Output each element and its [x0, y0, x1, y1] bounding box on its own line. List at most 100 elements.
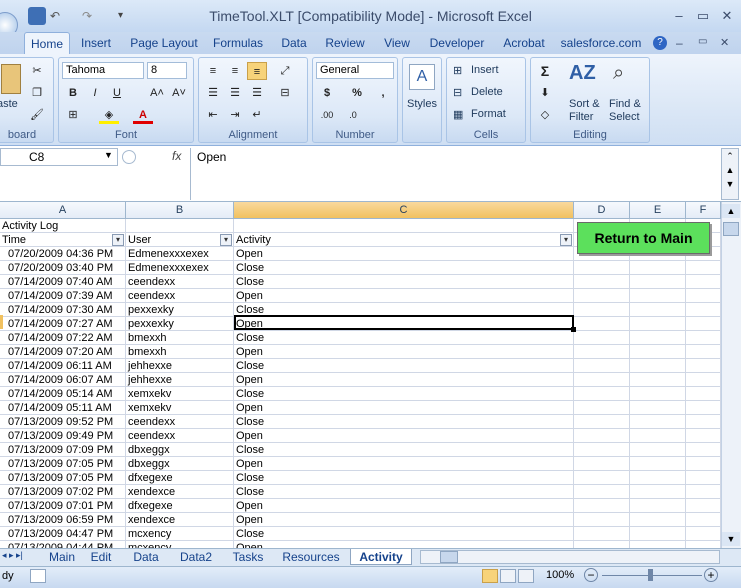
- cell[interactable]: [574, 415, 630, 429]
- cell[interactable]: [630, 359, 686, 373]
- cell[interactable]: [574, 373, 630, 387]
- number-format-combo[interactable]: General: [316, 62, 394, 79]
- cell[interactable]: [574, 429, 630, 443]
- cell-user[interactable]: Edmenexxxexex: [126, 261, 234, 275]
- cell-user[interactable]: ceendexx: [126, 415, 234, 429]
- cell[interactable]: [574, 303, 630, 317]
- cell[interactable]: [630, 303, 686, 317]
- orientation-icon[interactable]: ⤢: [275, 62, 295, 80]
- column-header-f[interactable]: F: [686, 202, 721, 219]
- cell[interactable]: [630, 289, 686, 303]
- cell-activity[interactable]: Close: [234, 331, 574, 345]
- cell-activity[interactable]: Close: [234, 261, 574, 275]
- cell[interactable]: [630, 387, 686, 401]
- decrease-indent-icon[interactable]: ⇤: [203, 106, 223, 124]
- cell-activity[interactable]: Open: [234, 457, 574, 471]
- cell-user[interactable]: pexxexky: [126, 303, 234, 317]
- cell[interactable]: [574, 485, 630, 499]
- find-select-icon[interactable]: ⌕: [613, 62, 641, 92]
- cell-activity[interactable]: Close: [234, 471, 574, 485]
- cell[interactable]: [630, 331, 686, 345]
- font-name-combo[interactable]: Tahoma: [62, 62, 144, 79]
- cell-activity[interactable]: Open: [234, 499, 574, 513]
- page-break-view-icon[interactable]: [518, 569, 534, 583]
- tab-acrobat[interactable]: Acrobat: [496, 32, 552, 54]
- cell-time[interactable]: 07/20/2009 03:40 PM: [0, 261, 126, 275]
- tab-formulas[interactable]: Formulas: [208, 32, 268, 54]
- cell[interactable]: [630, 429, 686, 443]
- cut-icon[interactable]: ✂: [27, 62, 47, 80]
- cell-time[interactable]: 07/13/2009 04:47 PM: [0, 527, 126, 541]
- bold-button[interactable]: B: [63, 84, 83, 102]
- formula-input[interactable]: Open: [190, 148, 720, 200]
- cell-user[interactable]: mcxency: [126, 527, 234, 541]
- ribbon-minimize-icon[interactable]: –: [676, 36, 683, 50]
- zoom-level[interactable]: 100%: [546, 569, 574, 581]
- name-box[interactable]: C8: [0, 148, 118, 166]
- column-header-c[interactable]: C: [234, 202, 574, 219]
- cell[interactable]: [686, 261, 721, 275]
- cell[interactable]: [686, 499, 721, 513]
- cell[interactable]: [686, 527, 721, 541]
- cell[interactable]: [686, 331, 721, 345]
- cell[interactable]: [574, 401, 630, 415]
- cell[interactable]: [630, 443, 686, 457]
- insert-function-icon[interactable]: fx: [172, 149, 181, 163]
- selected-cell[interactable]: [234, 315, 574, 330]
- cell[interactable]: [686, 513, 721, 527]
- borders-icon[interactable]: ⊞: [63, 106, 83, 124]
- cell-time[interactable]: 07/14/2009 06:07 AM: [0, 373, 126, 387]
- align-top-icon[interactable]: ≡: [203, 62, 223, 80]
- cell[interactable]: [630, 261, 686, 275]
- cell-activity[interactable]: Close: [234, 387, 574, 401]
- tab-insert[interactable]: Insert: [74, 32, 118, 54]
- cell[interactable]: [630, 345, 686, 359]
- cell-user[interactable]: ceendexx: [126, 429, 234, 443]
- cell-user[interactable]: bmexxh: [126, 345, 234, 359]
- header-user[interactable]: User ▾: [126, 233, 234, 247]
- find-label[interactable]: Find &: [609, 98, 641, 110]
- wrap-text-icon[interactable]: ↵: [247, 106, 267, 124]
- cell[interactable]: [686, 359, 721, 373]
- cell-user[interactable]: jehhexxe: [126, 373, 234, 387]
- ribbon-restore-icon[interactable]: ▭: [698, 36, 707, 47]
- cell[interactable]: [630, 471, 686, 485]
- help-icon[interactable]: ?: [653, 36, 667, 50]
- sheet-tab-tasks[interactable]: Tasks: [228, 549, 268, 565]
- cell[interactable]: [686, 303, 721, 317]
- vertical-scrollbar[interactable]: [721, 202, 741, 548]
- cell-user[interactable]: xendexce: [126, 513, 234, 527]
- column-header-e[interactable]: E: [630, 202, 686, 219]
- header-time[interactable]: Time ▾: [0, 233, 126, 247]
- cell[interactable]: [574, 359, 630, 373]
- cell[interactable]: [630, 275, 686, 289]
- close-button[interactable]: ✕: [718, 8, 736, 24]
- page-layout-view-icon[interactable]: [500, 569, 516, 583]
- cell[interactable]: [630, 401, 686, 415]
- cell-activity[interactable]: Open: [234, 345, 574, 359]
- autosum-button[interactable]: Σ: [535, 62, 555, 80]
- cell-time[interactable]: 07/13/2009 07:05 PM: [0, 457, 126, 471]
- cell[interactable]: [686, 443, 721, 457]
- cell[interactable]: [686, 373, 721, 387]
- cell-time[interactable]: 07/14/2009 07:30 AM: [0, 303, 126, 317]
- format-cells-icon[interactable]: ▦: [453, 108, 463, 121]
- font-color-icon[interactable]: A: [133, 106, 153, 124]
- cell[interactable]: [630, 499, 686, 513]
- cell[interactable]: [686, 429, 721, 443]
- cell-user[interactable]: bmexxh: [126, 331, 234, 345]
- fill-handle[interactable]: [571, 327, 576, 332]
- select-label[interactable]: Select: [609, 111, 640, 123]
- cell-activity[interactable]: Close: [234, 415, 574, 429]
- delete-cells-button[interactable]: Delete: [471, 86, 503, 98]
- increase-decimal-icon[interactable]: .00: [317, 106, 337, 124]
- cell[interactable]: [574, 331, 630, 345]
- sheet-tab-resources[interactable]: Resources: [278, 549, 344, 565]
- copy-icon[interactable]: ❐: [27, 84, 47, 102]
- normal-view-icon[interactable]: [482, 569, 498, 583]
- cell-user[interactable]: dfxegexe: [126, 499, 234, 513]
- cell[interactable]: [574, 513, 630, 527]
- cell-user[interactable]: ceendexx: [126, 289, 234, 303]
- tab-review[interactable]: Review: [320, 32, 370, 54]
- cell[interactable]: [630, 457, 686, 471]
